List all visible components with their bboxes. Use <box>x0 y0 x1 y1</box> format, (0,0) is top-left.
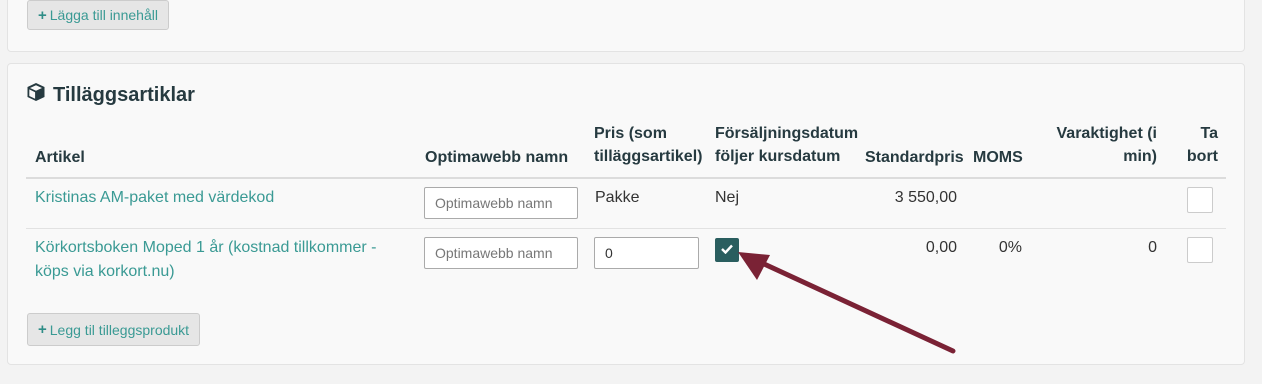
annotation-arrow-icon <box>738 252 956 354</box>
